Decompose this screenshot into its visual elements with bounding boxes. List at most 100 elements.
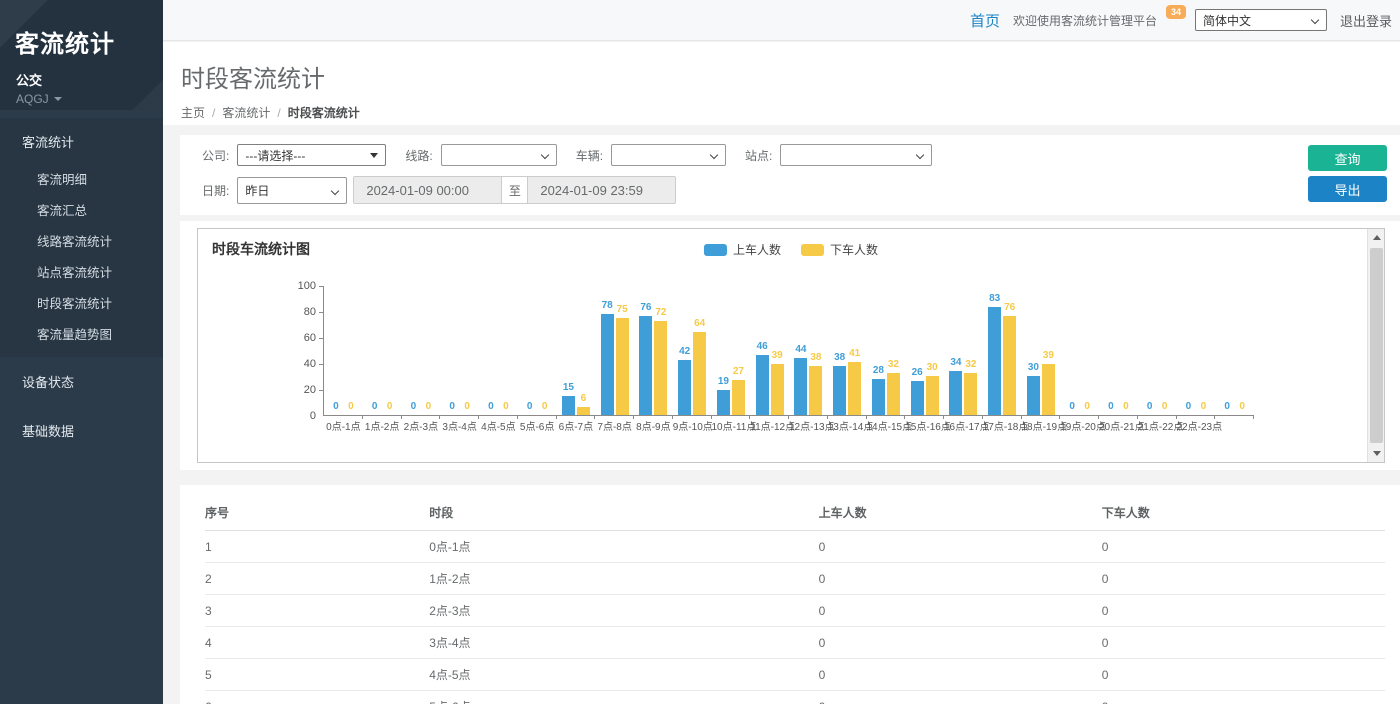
x-axis-label: 20点-21点: [1099, 418, 1138, 433]
date-from-input[interactable]: 2024-01-09 00:00: [354, 177, 501, 203]
bar-group: 42649点-10点: [673, 285, 712, 415]
bar-group: 78757点-8点: [595, 285, 634, 415]
bar: 30: [1027, 376, 1040, 415]
bar-value-label: 0: [464, 401, 470, 412]
x-axis-label: 6点-7点: [557, 418, 596, 433]
arrow-up-icon: [1373, 235, 1381, 240]
nav-submenu: 客流明细客流汇总线路客流统计站点客流统计时段客流统计客流量趋势图: [0, 163, 163, 357]
bar-value-label: 41: [849, 348, 860, 359]
sidebar-subitem-客流量趋势图[interactable]: 客流量趋势图: [0, 318, 163, 349]
sidebar-subitem-时段客流统计[interactable]: 时段客流统计: [0, 287, 163, 318]
language-select[interactable]: 简体中文: [1195, 9, 1327, 31]
y-axis-label: 100: [284, 280, 316, 292]
breadcrumb-home[interactable]: 主页: [181, 104, 205, 121]
bar-value-label: 75: [617, 304, 628, 315]
table-header-时段: 时段: [429, 495, 818, 531]
y-axis-label: 80: [284, 306, 316, 318]
sidebar-subitem-站点客流统计[interactable]: 站点客流统计: [0, 256, 163, 287]
line-select[interactable]: [441, 144, 557, 166]
breadcrumb-current: 时段客流统计: [288, 104, 360, 121]
bar-value-label: 0: [503, 401, 509, 412]
query-button[interactable]: 查询: [1308, 145, 1387, 171]
bar-value-label: 0: [1123, 401, 1129, 412]
bar: 38: [809, 366, 822, 415]
legend-label: 上车人数: [733, 241, 781, 258]
x-axis-label: 15点-16点: [905, 418, 944, 433]
date-to-input[interactable]: 2024-01-09 23:59: [528, 177, 675, 203]
bar-value-label: 0: [387, 401, 393, 412]
bar-pair: 2630: [911, 376, 939, 415]
station-select[interactable]: [780, 144, 932, 166]
chart-title: 时段车流统计图: [212, 239, 310, 259]
breadcrumb-section[interactable]: 客流统计: [222, 104, 270, 121]
bar-group: 1566点-7点: [557, 285, 596, 415]
export-button[interactable]: 导出: [1308, 176, 1387, 202]
sidebar-subitem-线路客流统计[interactable]: 线路客流统计: [0, 225, 163, 256]
user-menu[interactable]: AQGJ: [0, 89, 163, 106]
x-axis-label: 21点-22点: [1138, 418, 1177, 433]
bar-value-label: 0: [449, 401, 455, 412]
home-link[interactable]: 首页: [970, 10, 1000, 31]
table-cell: 0: [1102, 595, 1385, 627]
legend-item-上车人数: 上车人数: [704, 241, 781, 258]
sidebar-item-设备状态[interactable]: 设备状态: [0, 357, 163, 406]
chevron-down-icon: [710, 151, 718, 159]
sidebar-item-客流统计[interactable]: 客流统计: [0, 118, 163, 163]
bar-value-label: 42: [679, 346, 690, 357]
bar-pair: 156: [562, 396, 590, 416]
bar-value-label: 30: [927, 362, 938, 373]
table-cell: 2点-3点: [429, 595, 818, 627]
legend-swatch-icon: [704, 244, 727, 256]
x-axis-label: 22点-23点: [1177, 418, 1216, 433]
table-cell: 5: [205, 659, 429, 691]
bar-value-label: 27: [733, 366, 744, 377]
scroll-down-button[interactable]: [1368, 445, 1385, 462]
bar: 26: [911, 381, 924, 415]
table-cell: 0: [819, 691, 1102, 704]
bar-value-label: 44: [795, 344, 806, 355]
x-axis-label: 7点-8点: [595, 418, 634, 433]
date-preset-select[interactable]: 昨日: [237, 177, 347, 204]
bar-value-label: 0: [1108, 401, 1114, 412]
line-label: 线路:: [405, 147, 432, 164]
chevron-down-icon: [331, 186, 339, 194]
table-cell: 0: [1102, 627, 1385, 659]
x-axis-label: 12点-13点: [789, 418, 828, 433]
bar: 64: [693, 332, 706, 415]
chevron-down-icon: [540, 151, 548, 159]
scroll-up-button[interactable]: [1368, 229, 1385, 246]
legend-label: 下车人数: [830, 241, 878, 258]
table-cell: 3: [205, 595, 429, 627]
bar-pair: 1927: [717, 380, 745, 415]
table-row: 32点-3点00: [205, 595, 1385, 627]
bar: 76: [639, 316, 652, 415]
bar-value-label: 19: [718, 376, 729, 387]
table-row: 10点-1点00: [205, 531, 1385, 563]
bar-value-label: 0: [333, 401, 339, 412]
x-axis-label: 0点-1点: [324, 418, 363, 433]
scrollbar-thumb[interactable]: [1370, 248, 1383, 443]
welcome-text: 欢迎使用客流统计管理平台: [1013, 12, 1157, 29]
bar: 46: [756, 355, 769, 415]
bar-value-label: 30: [1028, 362, 1039, 373]
bar-group: 005点-6点: [518, 285, 557, 415]
sidebar-subitem-客流明细[interactable]: 客流明细: [0, 163, 163, 194]
bar-pair: 8376: [988, 307, 1016, 415]
bar-pair: 3432: [949, 371, 977, 415]
vehicle-select[interactable]: [611, 144, 726, 166]
company-select[interactable]: ---请选择---: [237, 144, 386, 166]
chart-plot: 020406080100000点-1点001点-2点002点-3点003点-4点…: [323, 286, 1253, 416]
table-cell: 0: [819, 563, 1102, 595]
filter-row-1: 公司: ---请选择--- 线路: 车辆: 站点:: [202, 143, 1400, 167]
chart-scrollbar[interactable]: [1367, 229, 1384, 462]
bar-value-label: 38: [834, 352, 845, 363]
bar-value-label: 0: [1162, 401, 1168, 412]
sidebar-item-基础数据[interactable]: 基础数据: [0, 406, 163, 455]
arrow-down-icon: [1373, 451, 1381, 456]
sidebar-subitem-客流汇总[interactable]: 客流汇总: [0, 194, 163, 225]
logout-link[interactable]: 退出登录: [1340, 11, 1392, 30]
x-axis-label: 4点-5点: [479, 418, 518, 433]
page-heading: 时段客流统计 主页 / 客流统计 / 时段客流统计: [163, 42, 1400, 125]
table-cell: 4: [205, 627, 429, 659]
table-row: 21点-2点00: [205, 563, 1385, 595]
